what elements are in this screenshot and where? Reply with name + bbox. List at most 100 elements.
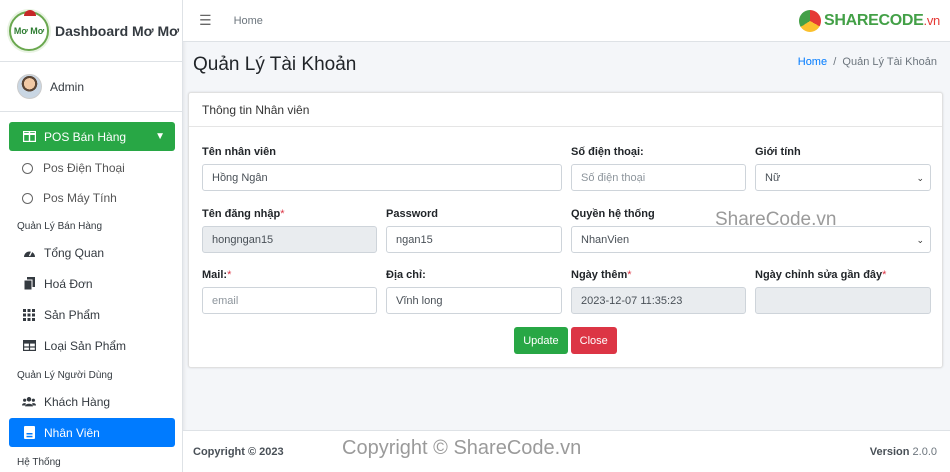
id-card-icon — [22, 426, 36, 439]
modified-date-group: Ngày chỉnh sửa gần đây* — [755, 269, 931, 314]
footer-version-number: 2.0.0 — [912, 445, 937, 458]
role-group: Quyền hệ thống NhanVien ⌄ — [571, 208, 931, 253]
mail-group: Mail:* email — [202, 269, 377, 314]
users-icon — [22, 396, 36, 407]
user-name: Admin — [50, 79, 85, 94]
sidebar: Mơ Mơ Dashboard Mơ Mơ Admin POS Bán Hàng… — [0, 0, 183, 472]
form-row: Mail:* email Địa chỉ: Vĩnh long Ngày thê… — [202, 269, 934, 314]
brand-logo-text: Mơ Mơ — [13, 25, 45, 36]
sidebar-item-pos-may-tinh[interactable]: Pos Máy Tính — [9, 183, 182, 213]
modified-date-label: Ngày chỉnh sửa gần đây* — [755, 269, 931, 287]
footer: Copyright © 2023 Version 2.0.0 — [183, 430, 950, 472]
user-panel[interactable]: Admin — [0, 62, 182, 112]
mail-label: Mail:* — [202, 269, 377, 287]
grid-icon — [22, 308, 36, 321]
sidebar-item-tong-quan[interactable]: Tổng Quan — [9, 238, 175, 267]
sharecode-logo: SHARECODE.vn — [799, 10, 940, 32]
circle-icon — [22, 162, 33, 174]
copy-icon — [22, 277, 36, 290]
sidebar-item-label: Nhân Viên — [44, 425, 100, 440]
footer-copyright-text: Copyright © 2023 — [193, 445, 284, 458]
update-button[interactable]: Update — [514, 327, 568, 354]
username-label-text: Tên đăng nhập — [202, 208, 281, 220]
address-label: Địa chỉ: — [386, 269, 426, 281]
required-mark: * — [280, 208, 285, 220]
modified-date-input — [755, 287, 931, 314]
modified-date-label-text: Ngày chỉnh sửa gần đây — [755, 269, 883, 281]
gender-group: Giới tính Nữ ⌄ — [755, 146, 931, 191]
table-icon — [22, 340, 36, 351]
sidebar-item-pos[interactable]: POS Bán Hàng ▼ — [9, 122, 175, 151]
sidebar-header-system: Hệ Thống — [17, 457, 61, 468]
phone-group: Số điện thoại: Số điện thoại — [571, 146, 746, 191]
required-mark: * — [882, 269, 887, 281]
sidebar-item-label: Hoá Đơn — [44, 276, 93, 291]
sidebar-item-label: Loại Sản Phẩm — [44, 338, 127, 353]
created-date-label: Ngày thêm* — [571, 269, 746, 287]
breadcrumb-home-link[interactable]: Home — [798, 56, 827, 68]
table-columns-icon — [22, 131, 36, 142]
sidebar-item-label: Sản Phẩm — [44, 307, 101, 322]
password-input[interactable]: ngan15 — [386, 226, 562, 253]
avatar — [17, 74, 42, 99]
required-mark: * — [627, 269, 632, 281]
breadcrumb-separator: / — [833, 56, 837, 68]
brand-logo: Mơ Mơ — [9, 9, 49, 51]
brand-link[interactable]: Mơ Mơ Dashboard Mơ Mơ — [0, 0, 182, 62]
chevron-down-icon: ▼ — [155, 131, 165, 142]
sidebar-item-hoa-don[interactable]: Hoá Đơn — [9, 269, 175, 298]
form-actions: Update Close — [189, 327, 942, 354]
employee-name-label: Tên nhân viên — [202, 146, 276, 158]
sidebar-header-users: Quản Lý Người Dùng — [17, 370, 113, 381]
address-group: Địa chỉ: Vĩnh long — [386, 269, 562, 314]
employee-name-group: Tên nhân viên Hồng Ngân — [202, 146, 562, 191]
breadcrumb-current: Quản Lý Tài Khoản — [842, 56, 937, 68]
brand-title: Dashboard Mơ Mơ — [55, 22, 180, 39]
topbar-home-link[interactable]: Home — [234, 15, 263, 27]
chevron-down-icon: ⌄ — [916, 235, 924, 245]
password-group: Password ngan15 — [386, 208, 562, 253]
gauge-icon — [22, 247, 36, 258]
gender-select[interactable]: Nữ ⌄ — [755, 164, 931, 191]
employee-info-card: Thông tin Nhân viên Tên nhân viên Hồng N… — [188, 92, 943, 368]
form-row: Tên đăng nhập* hongngan15 Password ngan1… — [202, 208, 934, 253]
close-button[interactable]: Close — [570, 327, 617, 354]
phone-input[interactable]: Số điện thoại — [571, 164, 746, 191]
footer-version: Version 2.0.0 — [870, 446, 937, 458]
sharecode-logo-main: SHARECODE — [824, 12, 924, 29]
footer-version-label: Version — [869, 445, 910, 458]
created-date-label-text: Ngày thêm — [571, 269, 628, 281]
circle-icon — [22, 192, 33, 204]
breadcrumb: Home / Quản Lý Tài Khoản — [798, 56, 937, 68]
created-date-group: Ngày thêm* 2023-12-07 11:35:23 — [571, 269, 746, 314]
sidebar-item-khach-hang[interactable]: Khách Hàng — [9, 387, 175, 416]
sidebar-item-label: Pos Điện Thoại — [43, 161, 125, 175]
sidebar-item-san-pham[interactable]: Sản Phẩm — [9, 300, 175, 329]
page-title: Quản Lý Tài Khoản — [193, 54, 357, 75]
role-select-value: NhanVien — [581, 233, 630, 246]
username-label: Tên đăng nhập* — [202, 208, 377, 226]
required-mark: * — [227, 269, 232, 281]
footer-copyright: Copyright © 2023 — [193, 446, 284, 458]
sidebar-item-loai-san-pham[interactable]: Loại Sản Phẩm — [9, 331, 175, 360]
main-content: Quản Lý Tài Khoản Home / Quản Lý Tài Kho… — [183, 42, 950, 430]
password-label: Password — [386, 208, 438, 220]
topbar: ☰ Home SHARECODE.vn — [183, 0, 950, 42]
sidebar-item-pos-dien-thoai[interactable]: Pos Điện Thoại — [9, 153, 182, 183]
role-select[interactable]: NhanVien ⌄ — [571, 226, 931, 253]
chevron-down-icon: ⌄ — [916, 173, 924, 183]
sidebar-item-label: Tổng Quan — [44, 245, 105, 260]
gender-label: Giới tính — [755, 146, 801, 158]
employee-name-input[interactable]: Hồng Ngân — [202, 164, 562, 191]
mail-input[interactable]: email — [202, 287, 377, 314]
created-date-input: 2023-12-07 11:35:23 — [571, 287, 746, 314]
sharecode-logo-suffix: .vn — [923, 13, 941, 28]
address-input[interactable]: Vĩnh long — [386, 287, 562, 314]
sharecode-logo-icon — [799, 10, 821, 32]
form-row: Tên nhân viên Hồng Ngân Số điện thoại: S… — [202, 146, 934, 191]
hamburger-menu-icon[interactable]: ☰ — [199, 12, 212, 29]
role-label: Quyền hệ thống — [571, 208, 655, 220]
sidebar-item-nhan-vien[interactable]: Nhân Viên — [9, 418, 175, 447]
sidebar-item-label: POS Bán Hàng — [44, 129, 127, 144]
card-title: Thông tin Nhân viên — [189, 93, 942, 127]
